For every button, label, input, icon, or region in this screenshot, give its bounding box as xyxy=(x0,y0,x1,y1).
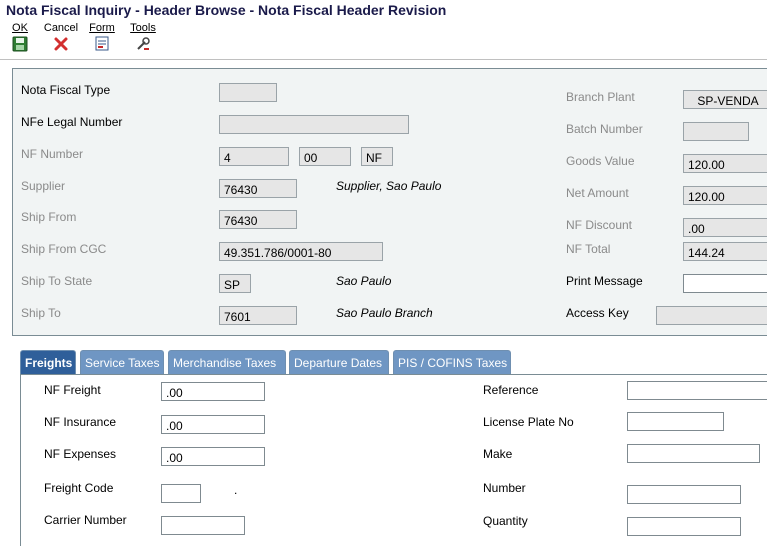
nfe-legal-number-label: NFe Legal Number xyxy=(21,115,123,129)
save-icon xyxy=(12,36,28,52)
cancel-label: Cancel xyxy=(43,22,79,34)
access-key-label: Access Key xyxy=(566,306,629,320)
number-label: Number xyxy=(483,481,526,495)
carrier-number-label: Carrier Number xyxy=(44,513,127,527)
branch-plant-field[interactable]: SP-VENDA xyxy=(683,90,767,109)
nf-discount-label: NF Discount xyxy=(566,218,633,232)
access-key-field[interactable] xyxy=(656,306,767,325)
ship-to-state-label: Ship To State xyxy=(21,274,93,288)
nf-discount-field[interactable]: .00 xyxy=(683,218,767,237)
nf-doc-type-field[interactable]: NF xyxy=(361,147,393,166)
supplier-label: Supplier xyxy=(21,179,66,193)
tab-pis-cofins-taxes[interactable]: PIS / COFINS Taxes xyxy=(393,350,511,374)
tab-merchandise-taxes[interactable]: Merchandise Taxes xyxy=(168,350,286,374)
license-plate-label: License Plate No xyxy=(483,415,574,429)
branch-plant-label: Branch Plant xyxy=(566,90,635,104)
tools-label: Tools xyxy=(130,22,156,34)
print-message-label: Print Message xyxy=(566,274,643,288)
freights-tab-panel: NF Freight NF Insurance NF Expenses Frei… xyxy=(20,374,767,546)
nf-insurance-field[interactable]: .00 xyxy=(161,415,265,434)
close-icon xyxy=(54,37,68,51)
nf-number-field[interactable]: 4 xyxy=(219,147,289,166)
nf-total-field[interactable]: 144.24 xyxy=(683,242,767,261)
quantity-label: Quantity xyxy=(483,514,528,528)
nf-suffix-field[interactable]: 00 xyxy=(299,147,351,166)
tools-menu-button[interactable]: Tools xyxy=(128,22,158,52)
goods-value-label: Goods Value xyxy=(566,154,635,168)
make-label: Make xyxy=(483,447,513,461)
freight-code-field[interactable] xyxy=(161,484,201,503)
nfe-legal-number-field[interactable] xyxy=(219,115,409,134)
net-amount-field[interactable]: 120.00 xyxy=(683,186,767,205)
ship-to-name-text: Sao Paulo Branch xyxy=(336,306,433,320)
batch-number-label: Batch Number xyxy=(566,122,643,136)
carrier-number-field[interactable] xyxy=(161,516,245,535)
number-field[interactable] xyxy=(627,485,741,504)
supplier-name-text: Supplier, Sao Paulo xyxy=(336,179,442,193)
batch-number-field[interactable] xyxy=(683,122,749,141)
ship-from-label: Ship From xyxy=(21,210,77,224)
tab-departure-dates[interactable]: Departure Dates xyxy=(289,350,389,374)
tab-freights[interactable]: Freights xyxy=(20,350,76,374)
nota-fiscal-header-panel: Nota Fiscal Type NFe Legal Number NF Num… xyxy=(12,68,767,336)
reference-field[interactable] xyxy=(627,381,767,400)
print-message-field[interactable] xyxy=(683,274,767,293)
ship-to-label: Ship To xyxy=(21,306,61,320)
ship-from-cgc-label: Ship From CGC xyxy=(21,242,107,256)
nf-expenses-label: NF Expenses xyxy=(44,447,117,461)
ship-to-state-name-text: Sao Paulo xyxy=(336,274,392,288)
freight-code-description: . xyxy=(234,483,238,497)
ok-label: OK xyxy=(12,22,28,34)
ship-to-state-field[interactable]: SP xyxy=(219,274,251,293)
supplier-field[interactable]: 76430 xyxy=(219,179,297,198)
form-label: Form xyxy=(89,22,115,34)
cancel-button[interactable]: Cancel xyxy=(42,22,80,52)
nf-freight-field[interactable]: .00 xyxy=(161,382,265,401)
nf-number-label: NF Number xyxy=(21,147,84,161)
toolbar: OK Cancel Form Tools xyxy=(0,20,767,60)
nf-expenses-field[interactable]: .00 xyxy=(161,447,265,466)
ok-button[interactable]: OK xyxy=(10,22,30,52)
form-icon xyxy=(95,36,109,51)
nf-freight-label: NF Freight xyxy=(44,383,101,397)
quantity-field[interactable] xyxy=(627,517,741,536)
make-field[interactable] xyxy=(627,444,760,463)
freight-code-label: Freight Code xyxy=(44,481,114,495)
ship-from-field[interactable]: 76430 xyxy=(219,210,297,229)
nota-fiscal-type-field[interactable] xyxy=(219,83,277,102)
license-plate-field[interactable] xyxy=(627,412,724,431)
nf-insurance-label: NF Insurance xyxy=(44,415,117,429)
reference-label: Reference xyxy=(483,383,539,397)
tab-service-taxes[interactable]: Service Taxes xyxy=(80,350,164,374)
nf-total-label: NF Total xyxy=(566,242,611,256)
form-menu-button[interactable]: Form xyxy=(88,22,116,52)
ship-to-field[interactable]: 7601 xyxy=(219,306,297,325)
nota-fiscal-type-label: Nota Fiscal Type xyxy=(21,83,111,97)
goods-value-field[interactable]: 120.00 xyxy=(683,154,767,173)
net-amount-label: Net Amount xyxy=(566,186,629,200)
tools-icon xyxy=(137,37,150,50)
ship-from-cgc-field[interactable]: 49.351.786/0001-80 xyxy=(219,242,383,261)
window-title: Nota Fiscal Inquiry - Header Browse - No… xyxy=(0,0,767,20)
